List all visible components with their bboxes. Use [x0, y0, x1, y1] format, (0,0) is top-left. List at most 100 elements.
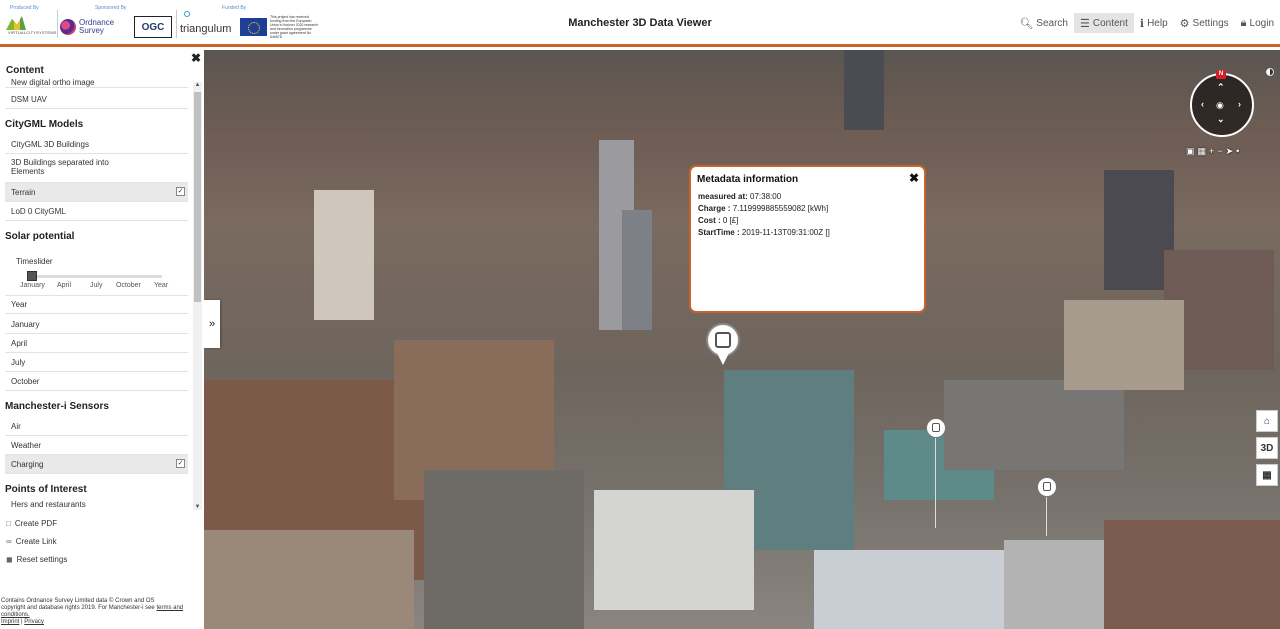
action-label: Reset settings	[16, 555, 68, 564]
popup-row: Cost : 0 [£]	[698, 216, 738, 225]
list-item-citygml-3d-buildings[interactable]: CityGML 3D Buildings	[5, 135, 188, 154]
contrast-toggle-icon[interactable]	[1266, 68, 1274, 76]
top-navigation: 🔍︎ Search ☰ Content ℹ Help ⚙ Settings 🔒︎…	[1013, 13, 1280, 33]
checkbox-checked-icon[interactable]: ✓	[176, 187, 185, 196]
building	[622, 210, 652, 330]
create-pdf-button[interactable]: □ Create PDF	[6, 519, 57, 528]
zoom-in-icon[interactable]: +	[1209, 146, 1214, 157]
slider-tick-label: January	[20, 282, 45, 289]
charging-station-marker[interactable]	[1037, 477, 1057, 497]
chevron-left-icon[interactable]: ‹	[1201, 99, 1204, 109]
3d-mode-button[interactable]: 3D	[1256, 437, 1278, 459]
expand-sidebar-button[interactable]: »	[204, 300, 220, 348]
privacy-link[interactable]: Privacy	[24, 619, 44, 625]
list-item-label: October	[11, 376, 40, 386]
timeslider-track[interactable]	[30, 275, 162, 278]
building-roof	[814, 550, 1014, 629]
zoom-out-icon[interactable]: −	[1217, 146, 1222, 157]
content-label: Content	[1092, 17, 1128, 29]
popup-row-key: measured at:	[698, 192, 748, 201]
list-item-air[interactable]: Air	[5, 417, 188, 436]
list-item-ortho-image[interactable]: New digital ortho image	[5, 78, 188, 88]
building	[204, 530, 414, 629]
locate-icon[interactable]: ➤	[1226, 146, 1234, 157]
attribution-line: copyright and database rights 2019. For …	[1, 605, 204, 619]
slider-tick-label: October	[116, 282, 141, 289]
list-item-solar-october[interactable]: October	[5, 372, 188, 391]
charging-station-marker[interactable]	[926, 418, 946, 438]
footer-attribution: Contains Ordnance Survey Limited data © …	[0, 598, 204, 629]
list-item-label: Terrain	[11, 187, 36, 197]
help-button[interactable]: ℹ Help	[1134, 13, 1174, 33]
list-item-solar-july[interactable]: July	[5, 353, 188, 372]
content-button[interactable]: ☰ Content	[1073, 13, 1134, 33]
scrollbar-thumb[interactable]	[194, 92, 201, 302]
list-item-solar-january[interactable]: January	[5, 315, 188, 334]
building	[944, 380, 1124, 470]
list-item-weather[interactable]: Weather	[5, 436, 188, 455]
list-item-label: DSM UAV	[11, 94, 47, 104]
eye-icon[interactable]: ◉	[1216, 100, 1224, 111]
charging-station-marker-selected[interactable]	[706, 323, 740, 373]
list-item-label: 3D Buildings separated into Elements	[11, 158, 109, 176]
list-item-label: LoD 0 CityGML	[11, 206, 66, 216]
content-title: Content	[6, 65, 44, 76]
settings-label: Settings	[1192, 17, 1229, 29]
help-label: Help	[1147, 17, 1168, 29]
building-roof	[594, 490, 754, 610]
grid-icon[interactable]: ▦	[1198, 146, 1207, 157]
popup-row: Charge : 7.119999885559082 [kWh]	[698, 204, 828, 213]
sidebar-scrollbar[interactable]: ▲ ▼	[193, 82, 202, 510]
legal-links: Imprint | Privacy	[1, 619, 204, 626]
street	[424, 470, 584, 629]
imprint-link[interactable]: Imprint	[1, 619, 19, 625]
section-title-sensors: Manchester-i Sensors	[5, 401, 109, 412]
marker-pole	[935, 438, 936, 528]
chevron-down-icon[interactable]: ⌄	[1217, 114, 1225, 125]
list-item-3d-buildings-separated[interactable]: 3D Buildings separated into Elements	[5, 155, 188, 183]
create-link-button[interactable]: ∞ Create Link	[6, 537, 57, 546]
metadata-popup: Metadata information ✖ measured at: 07:3…	[689, 165, 926, 313]
popup-row: measured at: 07:38:00	[698, 192, 781, 201]
settings-button[interactable]: ⚙ Settings	[1174, 13, 1235, 33]
list-item-label: CityGML 3D Buildings	[11, 139, 89, 149]
slider-tick-label: July	[90, 282, 103, 289]
reset-settings-button[interactable]: ◼ Reset settings	[6, 555, 67, 564]
search-icon: 🔍︎	[1019, 17, 1034, 30]
close-icon[interactable]: ✖	[909, 171, 919, 185]
list-item-solar-year[interactable]: Year	[5, 295, 188, 314]
popup-title: Metadata information	[697, 174, 799, 185]
chevron-right-icon[interactable]: ›	[1238, 99, 1241, 109]
list-item-terrain[interactable]: Terrain ✓	[5, 183, 188, 202]
home-icon: ⌂	[1263, 415, 1271, 427]
person-icon[interactable]: •	[1236, 146, 1239, 157]
list-item-solar-april[interactable]: April	[5, 334, 188, 353]
timeslider-handle[interactable]	[27, 271, 37, 281]
map-3d-view[interactable]	[204, 50, 1280, 629]
list-item-lod0-citygml[interactable]: LoD 0 CityGML	[5, 202, 188, 221]
apps-button[interactable]: ▦	[1256, 464, 1278, 486]
chevron-up-icon[interactable]: ⌃	[1217, 82, 1225, 93]
slider-tick-label: April	[57, 282, 72, 289]
checkbox-checked-icon[interactable]: ✓	[176, 459, 185, 468]
login-label: Login	[1249, 17, 1274, 29]
compass-north-indicator: N	[1216, 70, 1226, 79]
brick-building	[1104, 520, 1280, 629]
list-item-label: Charging	[11, 459, 44, 469]
header: Produced By VIRTUALCITYSYSTEMS Sponsored…	[0, 0, 1280, 47]
list-item-label: Weather	[11, 440, 42, 450]
scroll-up-icon[interactable]: ▲	[193, 82, 202, 88]
scroll-down-icon[interactable]: ▼	[193, 504, 202, 510]
search-button[interactable]: 🔍︎ Search	[1013, 13, 1074, 33]
list-item-label: Air	[11, 421, 21, 431]
list-item-bars-restaurants[interactable]: Hers and restaurants	[5, 500, 188, 512]
login-button[interactable]: 🔒︎ Login	[1235, 13, 1280, 33]
list-item-dsm-uav[interactable]: DSM UAV	[5, 90, 188, 109]
home-button[interactable]: ⌂	[1256, 410, 1278, 432]
pdf-icon: □	[6, 519, 11, 528]
popup-row-key: StartTime :	[698, 228, 740, 237]
list-item-charging[interactable]: Charging ✓	[5, 455, 188, 474]
measure-icon[interactable]: ▣	[1186, 146, 1195, 157]
attribution-line: Contains Ordnance Survey Limited data © …	[1, 598, 155, 604]
close-icon[interactable]: ✖	[191, 51, 201, 65]
